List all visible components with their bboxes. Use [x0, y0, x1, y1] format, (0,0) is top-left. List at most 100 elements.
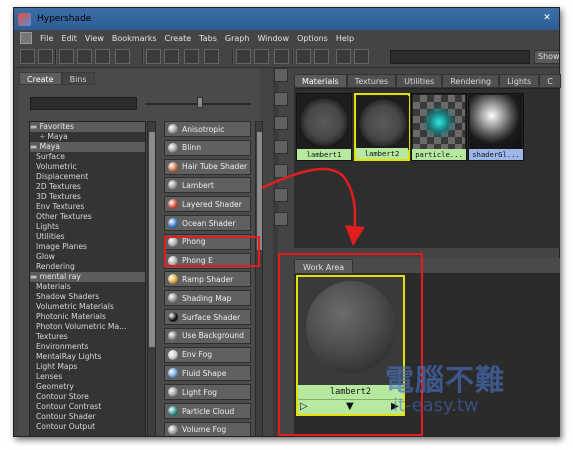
- side-tool-icon[interactable]: [274, 164, 288, 178]
- tree-item[interactable]: Environments: [30, 342, 145, 352]
- node-button-anisotropic[interactable]: Anisotropic: [164, 121, 251, 137]
- toolbar-icon[interactable]: [146, 49, 161, 64]
- tab-textures[interactable]: Textures: [346, 74, 397, 88]
- node-button-particle-cloud[interactable]: Particle Cloud: [164, 403, 251, 419]
- expand-icon[interactable]: +: [39, 132, 45, 141]
- tree-item[interactable]: 2D Textures: [30, 182, 145, 192]
- menu-view[interactable]: View: [85, 34, 104, 43]
- side-tool-icon[interactable]: [274, 68, 288, 82]
- tree-item[interactable]: Photon Volumetric Ma...: [30, 322, 145, 332]
- node-button-env-fog[interactable]: Env Fog: [164, 346, 251, 363]
- toolbar-icon[interactable]: [354, 49, 369, 64]
- menu-help[interactable]: Help: [336, 34, 354, 43]
- material-swatch[interactable]: lambert1: [296, 93, 352, 161]
- menu-options[interactable]: Options: [297, 34, 328, 43]
- slider-handle[interactable]: [197, 97, 203, 108]
- tree-item[interactable]: Materials: [30, 282, 145, 292]
- collapse-icon[interactable]: ▬: [30, 122, 40, 131]
- toolbar-icon[interactable]: [236, 49, 251, 64]
- tree-item[interactable]: 3D Textures: [30, 192, 145, 202]
- toolbar-icon[interactable]: [164, 49, 179, 64]
- node-button-blinn[interactable]: Blinn: [164, 139, 251, 156]
- tab-c[interactable]: C: [539, 74, 561, 88]
- close-icon[interactable]: ✕: [539, 11, 555, 25]
- tree-item[interactable]: ▬ Favorites: [30, 122, 145, 132]
- toolbar-icon[interactable]: [204, 49, 219, 64]
- tab-lights[interactable]: Lights: [499, 74, 540, 88]
- title-bar[interactable]: Hypershade ✕: [14, 8, 559, 30]
- tree-item[interactable]: Contour Output: [30, 422, 145, 432]
- tree-item[interactable]: Lights: [30, 222, 145, 232]
- tree-item[interactable]: ▬ mental ray: [30, 272, 145, 282]
- menu-window[interactable]: Window: [257, 34, 289, 43]
- tree-item[interactable]: Contour Shader: [30, 412, 145, 422]
- menu-create[interactable]: Create: [165, 34, 192, 43]
- tree-item[interactable]: Env Textures: [30, 202, 145, 212]
- toolbar-icon[interactable]: [314, 49, 329, 64]
- node-button-use-background[interactable]: Use Background: [164, 327, 251, 344]
- tab-utilities[interactable]: Utilities: [396, 74, 443, 88]
- tree-item[interactable]: ▬ Maya: [30, 142, 145, 152]
- material-swatch[interactable]: shaderGl...: [468, 93, 524, 161]
- toolbar-icon[interactable]: [95, 49, 110, 64]
- toolbar-icon[interactable]: [336, 49, 351, 64]
- collapse-icon[interactable]: ▬: [30, 142, 40, 151]
- tree-item[interactable]: Surface: [30, 152, 145, 162]
- tree-item[interactable]: + Maya: [30, 132, 145, 142]
- tree-item[interactable]: Glow: [30, 252, 145, 262]
- material-swatch[interactable]: lambert2: [354, 93, 410, 161]
- node-button-shading-map[interactable]: Shading Map: [164, 290, 251, 307]
- toolbar-icon[interactable]: [59, 49, 74, 64]
- search-field[interactable]: [390, 50, 530, 64]
- tree-item[interactable]: Rendering: [30, 262, 145, 272]
- tree-item[interactable]: Geometry: [30, 382, 145, 392]
- node-button-ramp-shader[interactable]: Ramp Shader: [164, 271, 251, 288]
- tree-item[interactable]: Displacement: [30, 172, 145, 182]
- menu-bookmarks[interactable]: Bookmarks: [112, 34, 157, 43]
- tree-item[interactable]: Utilities: [30, 232, 145, 242]
- node-button-ocean-shader[interactable]: Ocean Shader: [164, 215, 251, 231]
- node-button-hair-tube-shader[interactable]: Hair Tube Shader: [164, 158, 251, 175]
- tree-item[interactable]: Image Planes: [30, 242, 145, 252]
- menu-edit[interactable]: Edit: [61, 34, 77, 43]
- tab-rendering[interactable]: Rendering: [442, 74, 500, 88]
- tree-scrollbar[interactable]: [147, 121, 156, 436]
- tab-bins[interactable]: Bins: [61, 72, 95, 85]
- tree-item[interactable]: MentalRay Lights: [30, 352, 145, 362]
- tree-item[interactable]: Light Maps: [30, 362, 145, 372]
- tree-item[interactable]: Volumetric Materials: [30, 302, 145, 312]
- node-button-lambert[interactable]: Lambert: [164, 177, 251, 194]
- toolbar-icon[interactable]: [296, 49, 311, 64]
- toolbar-icon[interactable]: [184, 49, 199, 64]
- tree-item[interactable]: Volumetric: [30, 162, 145, 172]
- node-button-layered-shader[interactable]: Layered Shader: [164, 196, 251, 213]
- tear-off-grip[interactable]: [20, 32, 32, 44]
- collapse-icon[interactable]: ▬: [30, 272, 40, 281]
- node-button-surface-shader[interactable]: Surface Shader: [164, 309, 251, 325]
- toolbar-icon[interactable]: [274, 49, 289, 64]
- node-button-light-fog[interactable]: Light Fog: [164, 384, 251, 401]
- toolbar-icon[interactable]: [254, 49, 269, 64]
- side-tool-icon[interactable]: [274, 212, 288, 226]
- side-tool-icon[interactable]: [274, 188, 288, 202]
- side-tool-icon[interactable]: [274, 92, 288, 106]
- node-button-volume-fog[interactable]: Volume Fog: [164, 421, 251, 436]
- tree-item[interactable]: Contour Store: [30, 392, 145, 402]
- tree-item[interactable]: Photonic Materials: [30, 312, 145, 322]
- side-tool-icon[interactable]: [274, 140, 288, 154]
- node-list-scrollbar[interactable]: [255, 121, 263, 436]
- tab-materials[interactable]: Materials: [294, 74, 347, 88]
- tab-create[interactable]: Create: [19, 72, 62, 85]
- tree-item[interactable]: Other Textures: [30, 212, 145, 222]
- side-tool-icon[interactable]: [274, 116, 288, 130]
- show-button[interactable]: Show: [534, 50, 559, 64]
- toolbar-icon[interactable]: [77, 49, 92, 64]
- node-search-input[interactable]: [30, 97, 137, 110]
- toolbar-icon[interactable]: [38, 49, 53, 64]
- node-button-fluid-shape[interactable]: Fluid Shape: [164, 365, 251, 382]
- material-swatch[interactable]: particle...: [411, 93, 467, 161]
- toolbar-icon[interactable]: [115, 49, 130, 64]
- menu-graph[interactable]: Graph: [225, 34, 250, 43]
- tree-item[interactable]: Textures: [30, 332, 145, 342]
- tree-item[interactable]: Lenses: [30, 372, 145, 382]
